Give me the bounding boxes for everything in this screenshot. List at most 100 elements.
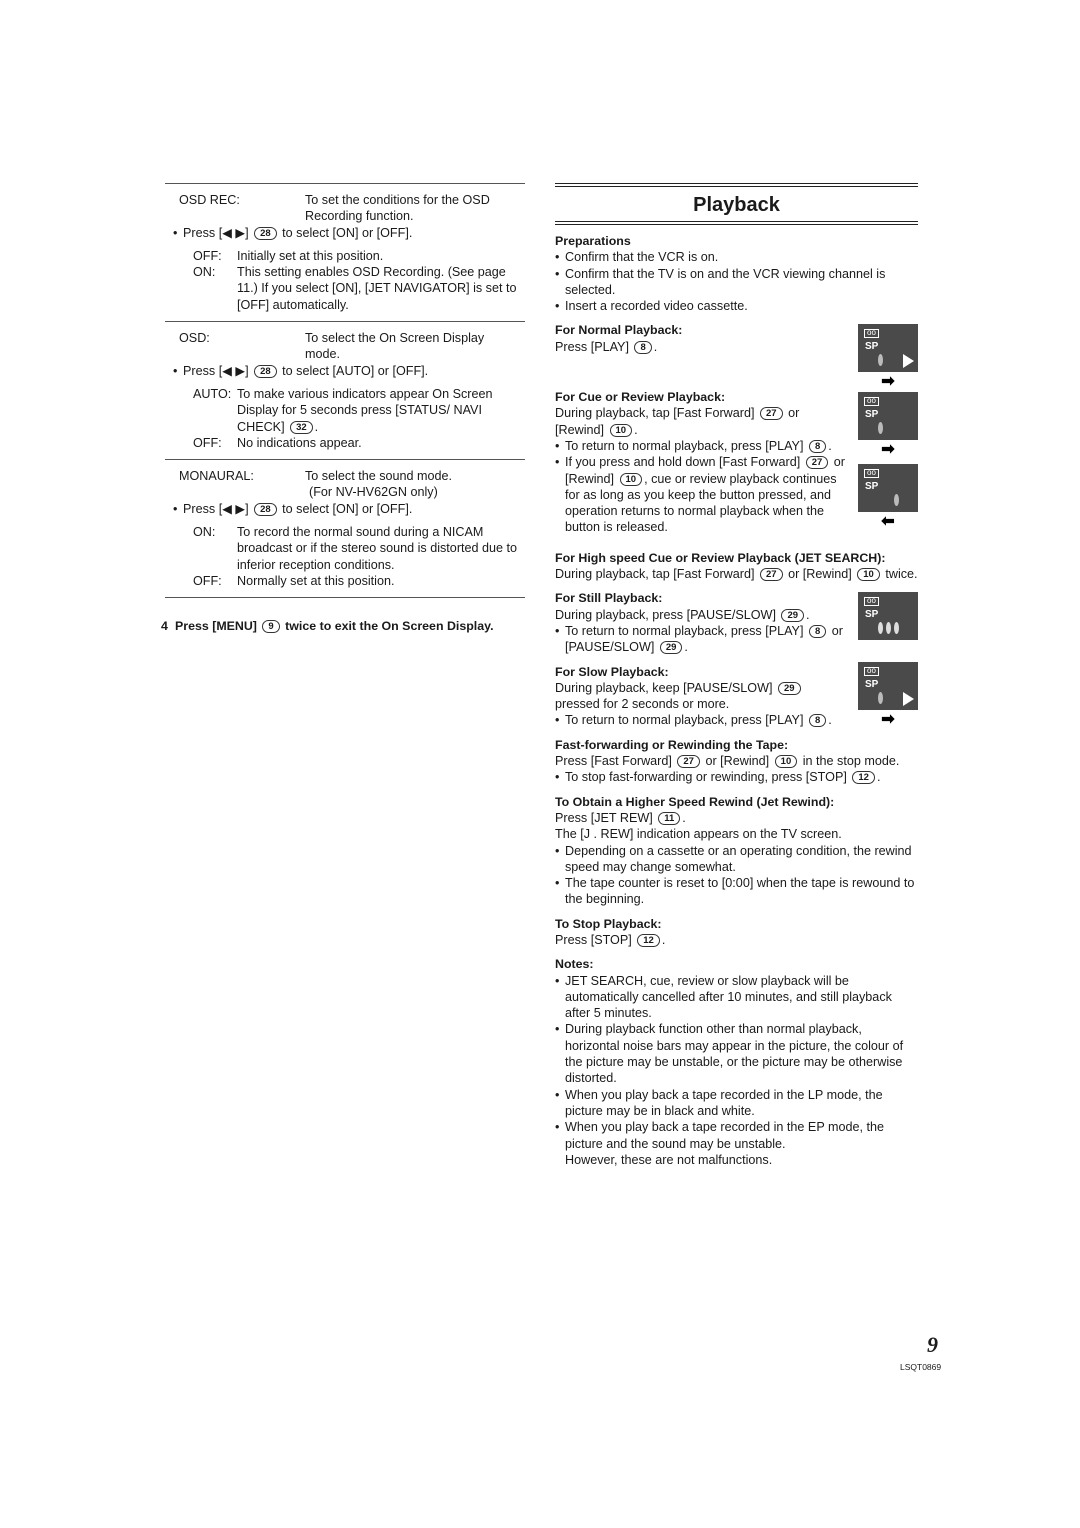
arrow-right-icon: ➡: [881, 711, 895, 729]
entry-key: OSD:: [179, 331, 210, 346]
ref-badge: 27: [805, 456, 829, 470]
osd-illustrations: oo SP ➡ oo SP ➡ oo SP ⬅: [858, 324, 918, 532]
ff-rewind-section: Fast-forwarding or Rewinding the Tape: P…: [555, 737, 918, 786]
ref-badge: 32: [290, 420, 313, 434]
ref-badge: 8: [808, 439, 827, 453]
notes-trailer: However, these are not malfunctions.: [565, 1152, 773, 1167]
ref-badge: 27: [759, 568, 783, 582]
ref-badge: 12: [852, 771, 875, 785]
menu-entry-osd: OSD: To select the On Screen Display mode.…: [165, 322, 525, 459]
preparations-section: Preparations • Confirm that the VCR is on…: [555, 233, 918, 314]
osd-group-1: oo SP ➡ oo SP ➡ oo SP ⬅ For Normal Playback…: [555, 322, 918, 535]
list-item: • During playback function other than nor…: [555, 1022, 904, 1086]
section-heading: For Still Playback:: [555, 591, 663, 606]
ref-badge: 27: [677, 755, 700, 769]
press-instruction: • Press [◀ ▶] 28 to select [ON] or [OFF].: [173, 225, 413, 240]
option-row: OFF: No indications appear.: [193, 435, 362, 450]
arrow-keys-icon: ◀ ▶: [222, 363, 246, 378]
osd-screen-still: oo SP: [858, 592, 918, 641]
ref-badge: 8: [808, 624, 827, 638]
ref-badge: 12: [637, 933, 660, 947]
entry-desc: mode.: [305, 347, 341, 362]
normal-playback-section: For Normal Playback: Press [PLAY] 8.: [555, 322, 848, 355]
ref-badge: 8: [634, 340, 652, 354]
list-item: • When you play back a tape recorded in t…: [555, 1087, 883, 1118]
play-icon: [903, 692, 914, 707]
ref-badge: 28: [254, 502, 277, 516]
list-item: • To return to normal playback, press [PL…: [555, 438, 832, 453]
document-code: LSQT0869: [900, 1362, 942, 1372]
osd-screen-review: oo SP: [858, 464, 918, 513]
entry-key: MONAURAL:: [179, 469, 254, 484]
list-item: • Confirm that the VCR is on.: [555, 250, 719, 265]
stop-playback-section: To Stop Playback: Press [STOP] 12.: [555, 916, 918, 949]
ref-badge: 10: [609, 423, 633, 437]
cassette-icon: oo: [864, 597, 879, 607]
ref-badge: 28: [254, 364, 277, 378]
ref-badge: 9: [262, 620, 280, 634]
cassette-icon: oo: [864, 397, 879, 407]
menu-entry-monaural: MONAURAL: To select the sound mode. (For N…: [165, 460, 525, 597]
arrow-left-icon: ⬅: [881, 513, 895, 531]
entry-desc: To set the conditions for the OSD: [305, 193, 490, 207]
entry-desc: To select the On Screen Display: [305, 331, 485, 346]
ref-badge: 8: [808, 714, 827, 728]
section-heading: Preparations: [555, 234, 631, 248]
osd-screen-slow: oo SP: [858, 662, 918, 711]
arrow-right-icon: ➡: [881, 441, 895, 459]
cassette-icon: oo: [864, 667, 879, 677]
cassette-icon: oo: [864, 469, 879, 479]
option-row: ON: This setting enables OSD Recording. (…: [193, 265, 517, 312]
list-item: • Insert a recorded video cassette.: [555, 299, 748, 314]
right-column: Playback Preparations • Confirm that the …: [555, 183, 918, 1176]
option-row: OFF: Normally set at this position.: [193, 573, 395, 588]
left-column: OSD REC: To set the conditions for the OS…: [161, 183, 525, 635]
jet-rewind-section: To Obtain a Higher Speed Rewind (Jet Rew…: [555, 794, 918, 908]
ref-badge: 10: [774, 755, 798, 769]
page-title: Playback: [693, 194, 780, 216]
section-heading: To Obtain a Higher Speed Rewind (Jet Rew…: [555, 794, 835, 809]
arrow-keys-icon: ◀ ▶: [222, 501, 246, 516]
section-heading: To Stop Playback:: [555, 916, 662, 931]
play-icon: [903, 354, 914, 369]
list-item: • Depending on a cassette or an operating…: [555, 843, 912, 874]
option-row: OFF: Initially set at this position.: [193, 248, 384, 263]
list-item: • If you press and hold down [Fast Forwar…: [555, 455, 845, 535]
option-row: AUTO: To make various indicators appear O…: [193, 386, 493, 434]
ref-badge: 10: [619, 472, 643, 486]
list-item: • To return to normal playback, press [PL…: [555, 623, 843, 655]
list-item: • To return to normal playback, press [PL…: [555, 713, 832, 728]
entry-key: OSD REC:: [179, 193, 240, 207]
entry-desc: Recording function.: [305, 209, 414, 224]
ref-badge: 29: [777, 681, 801, 695]
section-heading: For Cue or Review Playback:: [555, 390, 726, 405]
osd-screen-cue: oo SP: [858, 392, 918, 441]
section-heading: For Slow Playback:: [555, 664, 669, 679]
menu-entry-osd-rec: OSD REC: To set the conditions for the OS…: [165, 184, 525, 321]
ref-badge: 29: [659, 641, 683, 655]
title-bar: Playback: [555, 183, 918, 225]
step-4: 4 Press [MENU] 9 twice to exit the On Scr…: [161, 619, 494, 634]
list-item: • JET SEARCH, cue, review or slow playbac…: [555, 973, 892, 1021]
arrow-right-icon: ➡: [881, 373, 895, 391]
option-row: ON: To record the normal sound during a N…: [193, 525, 518, 572]
arrow-keys-icon: ◀ ▶: [222, 225, 246, 240]
ref-badge: 28: [254, 226, 277, 240]
notes-section: Notes: • JET SEARCH, cue, review or slow …: [555, 956, 918, 1168]
ref-badge: 10: [857, 568, 880, 582]
cassette-icon: oo: [864, 329, 879, 339]
ref-badge: 11: [658, 811, 681, 825]
jet-search-section: For High speed Cue or Review Playback (J…: [555, 550, 918, 582]
list-item: • To stop fast-forwarding or rewinding, p…: [555, 770, 881, 785]
press-instruction: • Press [◀ ▶] 28 to select [AUTO] or [OFF…: [173, 363, 429, 378]
list-item: • When you play back a tape recorded in t…: [555, 1120, 885, 1151]
section-heading: For Normal Playback:: [555, 323, 683, 338]
list-item: • The tape counter is reset to [0:00] whe…: [555, 876, 915, 907]
osd-group-2: oo SP oo SP ➡ For Still Playback: During p…: [555, 590, 918, 728]
section-heading: Fast-forwarding or Rewinding the Tape:: [555, 737, 789, 752]
osd-screen-play: oo SP: [858, 324, 918, 373]
page-number: 9: [927, 1332, 938, 1357]
ref-badge: 27: [759, 407, 783, 421]
still-playback-section: For Still Playback: During playback, pre…: [555, 590, 848, 655]
press-instruction: • Press [◀ ▶] 28 to select [ON] or [OFF].: [173, 501, 413, 516]
